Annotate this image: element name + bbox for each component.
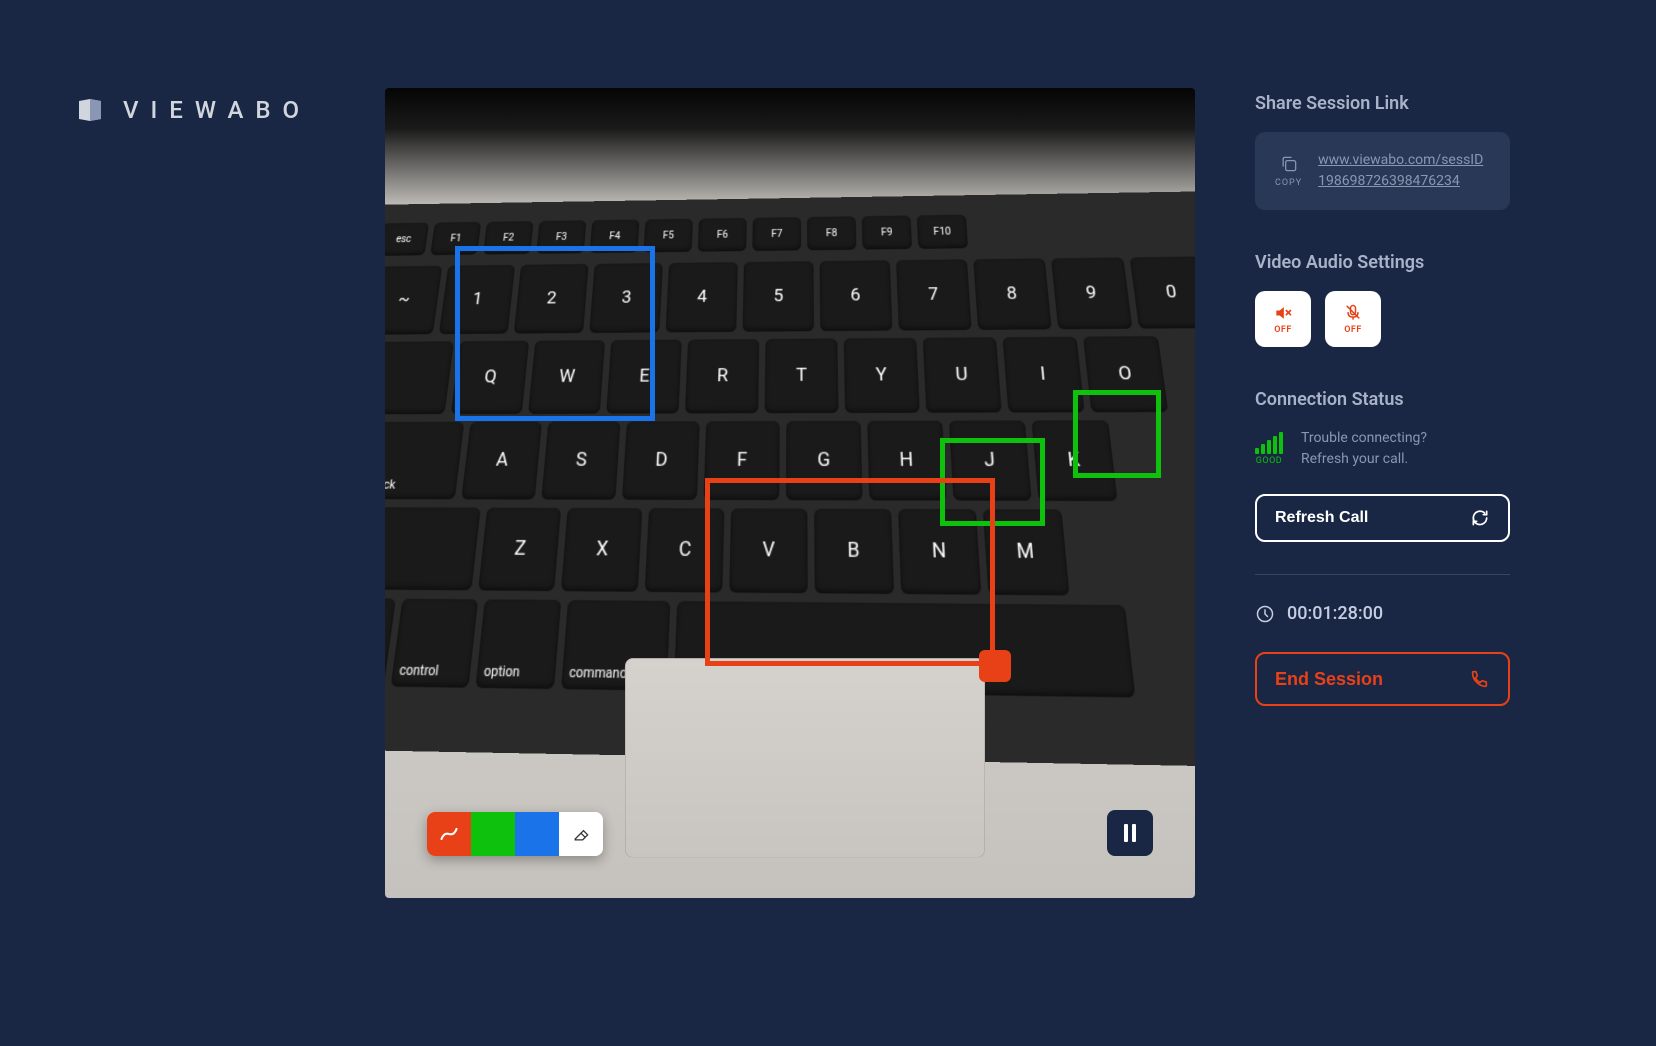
connection-section-title: Connection Status (1255, 389, 1510, 410)
draw-tool-button[interactable] (427, 812, 471, 856)
signal-indicator: GOOD (1255, 432, 1283, 466)
annotation-blue[interactable] (455, 246, 655, 421)
copy-button[interactable]: COPY (1275, 154, 1302, 188)
logo-icon (75, 95, 105, 125)
divider (1255, 574, 1510, 575)
audio-status: OFF (1274, 325, 1292, 335)
timer-value: 00:01:28:00 (1287, 603, 1383, 624)
annotation-red-handle[interactable] (979, 650, 1011, 682)
speaker-off-icon (1272, 303, 1294, 323)
copy-icon (1279, 154, 1299, 174)
connection-help-text: Trouble connecting? Refresh your call. (1301, 428, 1427, 470)
sidebar: Share Session Link COPY www.viewabo.com/… (1255, 88, 1510, 996)
annotation-green-2[interactable] (1073, 390, 1161, 478)
end-session-button[interactable]: End Session (1255, 652, 1510, 706)
logo: VIEWABO (75, 95, 311, 125)
session-link-card: COPY www.viewabo.com/sessID1986987263984… (1255, 132, 1510, 210)
annotation-red[interactable] (705, 478, 995, 666)
copy-label: COPY (1275, 178, 1302, 188)
signal-bars-icon (1255, 432, 1283, 454)
refresh-label: Refresh Call (1275, 509, 1368, 527)
video-toggle-button[interactable]: OFF (1325, 291, 1381, 347)
pause-icon (1124, 824, 1136, 842)
video-feed[interactable]: escF1F2F3F4F5F6F7F8F9F10 ~1234567890 tab… (385, 88, 1195, 898)
mic-off-icon (1342, 303, 1364, 323)
color-green-button[interactable] (471, 812, 515, 856)
refresh-icon (1470, 508, 1490, 528)
end-session-label: End Session (1275, 669, 1383, 690)
logo-text: VIEWABO (123, 96, 311, 124)
color-blue-button[interactable] (515, 812, 559, 856)
pause-button[interactable] (1107, 810, 1153, 856)
eraser-icon (571, 824, 591, 844)
clock-icon (1255, 604, 1275, 624)
session-timer: 00:01:28:00 (1255, 603, 1510, 624)
refresh-call-button[interactable]: Refresh Call (1255, 494, 1510, 542)
eraser-button[interactable] (559, 812, 603, 856)
session-link[interactable]: www.viewabo.com/sessID198698726398476234 (1318, 150, 1490, 192)
annotation-toolbar (427, 812, 603, 856)
audio-toggle-button[interactable]: OFF (1255, 291, 1311, 347)
signal-label: GOOD (1256, 456, 1282, 466)
phone-icon (1468, 668, 1490, 690)
trackpad-background (625, 658, 985, 858)
video-status: OFF (1344, 325, 1362, 335)
av-section-title: Video Audio Settings (1255, 252, 1510, 273)
share-section-title: Share Session Link (1255, 93, 1510, 114)
draw-icon (439, 824, 459, 844)
